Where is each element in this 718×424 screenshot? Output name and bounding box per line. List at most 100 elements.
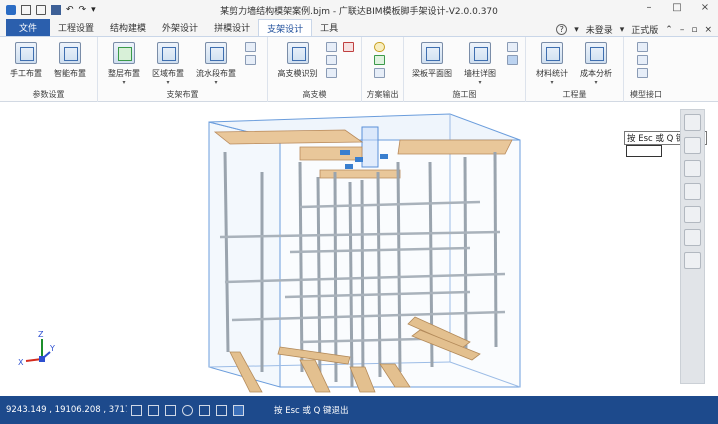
grid-tool-icon[interactable]: [245, 42, 256, 52]
group-support-layout: 整层布置 ▾ 区域布置 ▾ 流水段布置 ▾ 支架布置: [98, 37, 268, 102]
group-construction-drawing: 梁板平面图 墙柱详图 ▾ 施工图: [404, 37, 526, 102]
group-plan-output: 方案输出: [362, 37, 404, 102]
status-hint: 按 Esc 或 Q 键退出: [274, 406, 349, 416]
layer-grid-icon[interactable]: [684, 229, 701, 246]
3d-viewport[interactable]: Z X Y 按 Esc 或 Q 键退出:: [0, 102, 718, 396]
save-icon[interactable]: [51, 5, 61, 15]
beam-plan-icon: [421, 42, 443, 64]
chevron-down-icon: ▾: [122, 79, 126, 86]
properties-icon[interactable]: [684, 252, 701, 269]
view-cube-icon[interactable]: [684, 160, 701, 177]
group-label: 模型接口: [630, 90, 662, 99]
command-input[interactable]: [626, 145, 662, 157]
plan-bulb-icon[interactable]: [374, 42, 385, 52]
app-icon: [6, 5, 16, 15]
wall-column-detail-icon: [469, 42, 491, 64]
export-model-icon[interactable]: [637, 55, 648, 65]
chevron-down-icon: ▾: [594, 79, 598, 86]
filter-icon[interactable]: [684, 206, 701, 223]
link-model-icon[interactable]: [637, 68, 648, 78]
group-high-support: 高支模识别 高支模: [268, 37, 362, 102]
ribbon-close-icon[interactable]: ×: [704, 25, 712, 35]
plan-export-icon[interactable]: [374, 55, 385, 65]
help-dropdown-icon[interactable]: ▾: [574, 25, 579, 35]
tab-support-design[interactable]: 支架设计: [258, 19, 313, 36]
ribbon-minimize-icon[interactable]: –: [680, 25, 685, 35]
dynamic-input-icon[interactable]: [233, 404, 244, 416]
view-iso-icon[interactable]: [684, 183, 701, 200]
3d-scaffold-model[interactable]: Z X Y: [0, 102, 718, 396]
cost-analysis-icon: [585, 42, 607, 64]
manual-layout-icon: [15, 42, 37, 64]
group-label: 支架布置: [166, 90, 199, 99]
view-rotate-icon[interactable]: [684, 114, 701, 131]
close-button[interactable]: ×: [698, 2, 712, 13]
axis-y-label: Y: [49, 344, 55, 353]
new-file-icon[interactable]: [21, 5, 31, 15]
chevron-down-icon: ▾: [166, 79, 170, 86]
smart-layout-icon: [59, 42, 81, 64]
group-label: 施工图: [452, 90, 477, 99]
title-bar: ↶ ↷ ▾ 某剪力墙结构模架案例.bjm - 广联达BIM模板脚手架设计-V2.…: [0, 0, 718, 20]
open-folder-icon[interactable]: [36, 5, 46, 15]
grid-toggle-icon[interactable]: [131, 404, 142, 416]
cursor-coordinates: 9243.149 , 19106.208 , 3717.700: [6, 405, 127, 415]
tab-project-settings[interactable]: 工程设置: [50, 19, 102, 36]
drawing-view-icon[interactable]: [507, 42, 518, 52]
snap-circle-icon[interactable]: [182, 404, 193, 416]
quick-access-toolbar: ↶ ↷ ▾: [0, 5, 96, 15]
view-top-icon[interactable]: [684, 137, 701, 154]
login-dropdown-icon[interactable]: ▾: [620, 25, 625, 35]
window-title: 某剪力墙结构模架案例.bjm - 广联达BIM模板脚手架设计-V2.0.0.37…: [220, 7, 498, 17]
ribbon: 手工布置 智能布置 参数设置 整层布置 ▾ 区域布置 ▾ 流水段布置 ▾ 支架布…: [0, 37, 718, 102]
group-label: 方案输出: [366, 90, 399, 99]
login-status[interactable]: 未登录: [586, 23, 613, 36]
tab-row-right: ? ▾ 未登录 ▾ 正式版 ⌃ – ▫ ×: [556, 23, 712, 36]
chevron-down-icon: ▾: [550, 79, 554, 86]
table-toggle-icon[interactable]: [148, 404, 159, 416]
group-label: 参数设置: [32, 90, 65, 99]
plan-doc-icon[interactable]: [374, 68, 385, 78]
help-icon[interactable]: ?: [556, 24, 568, 35]
ribbon-tabs: 文件 工程设置 结构建模 外架设计 拼模设计 支架设计 工具 ? ▾ 未登录 ▾…: [0, 19, 718, 37]
check-tool-icon[interactable]: [326, 42, 337, 52]
chevron-down-icon: ▾: [214, 79, 218, 86]
chevron-down-icon: ▾: [478, 79, 482, 86]
collapse-ribbon-icon[interactable]: ⌃: [665, 25, 673, 35]
delete-tool-icon[interactable]: [343, 42, 354, 52]
material-stats-icon: [541, 42, 563, 64]
ribbon-restore-icon[interactable]: ▫: [691, 25, 697, 35]
redo-icon[interactable]: ↷: [79, 5, 87, 15]
axis-z-label: Z: [38, 330, 44, 339]
status-bar: 9243.149 , 19106.208 , 3717.700 按 Esc 或 …: [0, 396, 718, 424]
drawing-active-icon[interactable]: [507, 55, 518, 65]
tab-formwork-design[interactable]: 拼模设计: [206, 19, 258, 36]
adjust-tool-icon[interactable]: [245, 55, 256, 65]
maximize-button[interactable]: □: [670, 2, 684, 13]
group-model-interface: 模型接口: [624, 37, 668, 102]
calc-tool-icon[interactable]: [326, 55, 337, 65]
tab-scaffold-design[interactable]: 外架设计: [154, 19, 206, 36]
axis-x-label: X: [18, 358, 24, 367]
window-controls: – □ ×: [642, 2, 712, 13]
edition-label: 正式版: [631, 26, 659, 36]
snap-tools: [131, 404, 244, 416]
undo-icon[interactable]: ↶: [66, 5, 74, 15]
group-label: 高支模: [302, 90, 327, 99]
tab-file[interactable]: 文件: [6, 19, 51, 36]
snap-square-icon[interactable]: [199, 404, 210, 416]
angle-toggle-icon[interactable]: [216, 404, 227, 416]
floor-layout-icon: [113, 42, 135, 64]
tab-tools[interactable]: 工具: [312, 19, 346, 36]
import-model-icon[interactable]: [637, 42, 648, 52]
region-layout-icon: [157, 42, 179, 64]
tab-structure-modeling[interactable]: 结构建模: [102, 19, 154, 36]
ortho-toggle-icon[interactable]: [165, 404, 176, 416]
axis-gizmo: [25, 339, 51, 362]
high-support-identify-icon: [286, 42, 309, 64]
section-layout-icon: [205, 42, 227, 64]
table-tool-icon[interactable]: [326, 68, 337, 78]
minimize-button[interactable]: –: [642, 2, 656, 13]
customize-toolbar-icon[interactable]: ▾: [91, 5, 96, 15]
group-label: 工程量: [562, 90, 587, 99]
